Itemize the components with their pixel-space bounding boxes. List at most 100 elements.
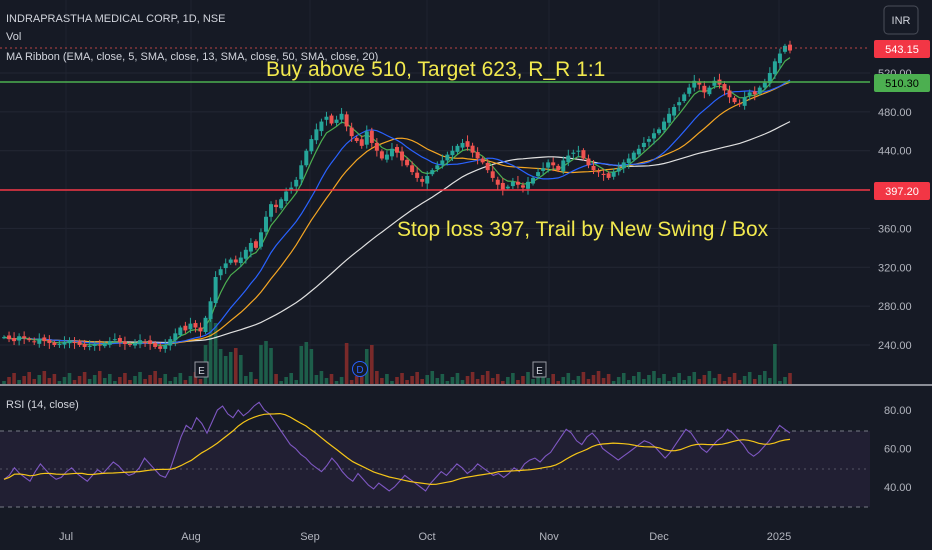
- stop-level-text: 397.20: [885, 186, 919, 198]
- dividend-marker-oct[interactable]: D: [352, 361, 368, 377]
- price-tick-label: 240.00: [878, 340, 912, 352]
- volume-bar: [138, 372, 142, 384]
- volume-bar: [400, 373, 404, 384]
- volume-bar: [334, 381, 339, 384]
- volume-bar: [405, 380, 409, 384]
- rsi-label: RSI (14, close): [6, 399, 79, 411]
- volume-bar: [113, 381, 117, 384]
- volume-bar: [62, 377, 67, 384]
- volume-bar: [470, 372, 475, 384]
- earnings-marker-aug[interactable]: E: [194, 361, 209, 378]
- volume-bar: [672, 377, 676, 384]
- time-tick-label: Aug: [181, 531, 201, 543]
- volume-bar: [521, 376, 525, 384]
- earnings-marker-aug-label: E: [198, 366, 205, 377]
- volume-bar: [626, 380, 631, 384]
- price-tick-label: 280.00: [878, 301, 912, 313]
- volume-bar: [339, 377, 344, 384]
- candle: [203, 315, 208, 334]
- volume-bar: [72, 380, 77, 384]
- chart-root: INDRAPRASTHA MEDICAL CORP, 1D, NSE Vol M…: [0, 0, 932, 543]
- volume-bar: [763, 371, 767, 384]
- volume-bar: [208, 316, 213, 384]
- volume-bar: [455, 373, 460, 384]
- volume-bar: [148, 375, 152, 384]
- volume-bar: [92, 375, 97, 384]
- volume-bar: [385, 374, 389, 384]
- volume-bar: [82, 372, 87, 384]
- volume-bar: [47, 378, 52, 384]
- current-price-text: 543.15: [885, 44, 919, 56]
- volume-bar: [395, 377, 399, 384]
- volume-bar: [188, 376, 193, 384]
- volume-bar: [747, 372, 752, 384]
- volume-bar: [7, 377, 11, 384]
- volume-bar: [556, 381, 561, 384]
- volume-bar: [692, 372, 697, 384]
- volume-bar: [561, 377, 566, 384]
- volume-bar: [435, 378, 440, 384]
- volume-bar: [289, 373, 293, 384]
- volume-bar: [133, 376, 137, 384]
- volume-bar: [309, 349, 314, 384]
- volume-bar: [757, 375, 762, 384]
- stop-annotation: Stop loss 397, Trail by New Swing / Box: [397, 218, 769, 241]
- volume-bar: [445, 381, 450, 384]
- volume-bar: [717, 374, 722, 384]
- volume-bar: [551, 374, 555, 384]
- price-tick-label: 320.00: [878, 262, 912, 274]
- rsi-tick-label: 40.00: [884, 482, 912, 494]
- time-axis: Jul Aug Sep Oct Nov Dec 2025: [59, 531, 791, 543]
- volume-bar: [2, 381, 6, 384]
- volume-bar: [27, 372, 31, 384]
- volume-bar: [233, 348, 238, 384]
- volume-bar: [778, 381, 782, 384]
- volume-bar: [123, 373, 127, 384]
- currency-button[interactable]: INR: [883, 5, 919, 35]
- volume-bar: [783, 377, 787, 384]
- time-tick-label: Nov: [539, 531, 559, 543]
- volume-bar: [591, 375, 596, 384]
- volume-bar: [344, 343, 349, 384]
- volume-bar: [299, 346, 304, 384]
- volume-bar: [657, 378, 661, 384]
- earnings-marker-nov[interactable]: E: [532, 361, 547, 378]
- volume-bar: [380, 378, 384, 384]
- volume-bar: [183, 380, 188, 384]
- volume-bar: [682, 380, 686, 384]
- volume-bar: [788, 373, 792, 384]
- volume-bar: [57, 381, 62, 384]
- volume-bar: [506, 377, 510, 384]
- volume-bar: [420, 379, 424, 384]
- volume-bar: [677, 373, 681, 384]
- volume-bar: [647, 375, 651, 384]
- volume-bar: [375, 371, 379, 384]
- volume-bar: [526, 372, 530, 384]
- volume-bar: [143, 379, 147, 384]
- volume-bar: [495, 374, 500, 384]
- volume-bar: [697, 379, 702, 384]
- volume-bar: [722, 381, 727, 384]
- rsi-tick-label: 80.00: [884, 405, 912, 417]
- volume-bar: [737, 380, 742, 384]
- buy-annotation: Buy above 510, Target 623, R_R 1:1: [266, 58, 605, 81]
- volume-bar: [768, 378, 772, 384]
- volume-bar: [687, 376, 692, 384]
- volume-bar: [17, 380, 21, 384]
- volume-bar: [304, 342, 309, 384]
- volume-bar: [637, 372, 641, 384]
- candle: [304, 148, 309, 168]
- volume-bar: [531, 379, 535, 384]
- volume-bar: [501, 381, 505, 384]
- volume-bar: [571, 380, 576, 384]
- stop-level-badge: 397.20: [874, 182, 930, 200]
- volume-bar: [415, 372, 419, 384]
- volume-bar: [752, 379, 757, 384]
- volume-bar: [102, 378, 107, 384]
- rsi-axis: 40.00 60.00 80.00: [884, 405, 912, 494]
- volume-bar: [319, 371, 324, 384]
- volume-bar: [410, 376, 414, 384]
- volume-bar: [349, 380, 354, 384]
- volume-bar: [773, 344, 777, 384]
- volume-bar: [430, 371, 435, 384]
